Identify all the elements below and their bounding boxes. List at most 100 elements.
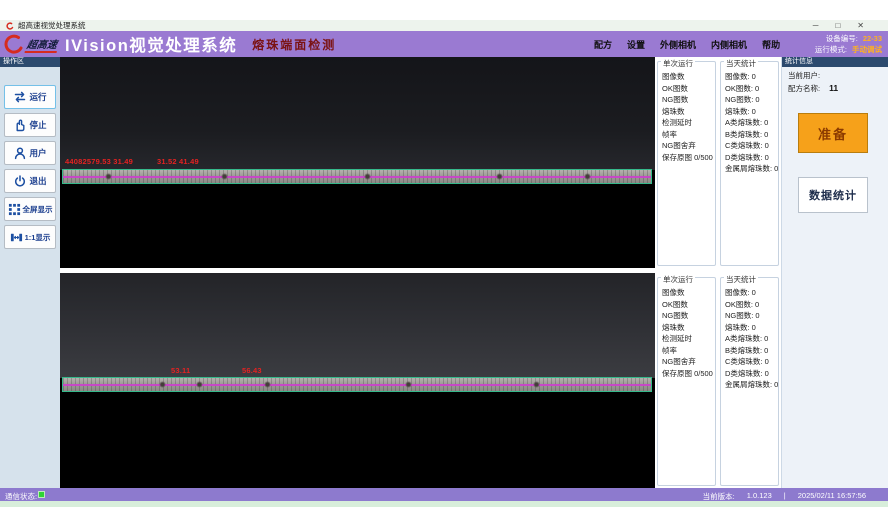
today-stats-title: 当天统计 [724, 274, 758, 285]
window-controls: ─ □ ✕ [813, 22, 882, 30]
fullscreen-button[interactable]: 全屏显示 [4, 197, 56, 221]
weld-bead-band-1 [62, 169, 652, 184]
device-number-label: 设备编号: [826, 33, 858, 44]
close-icon[interactable]: ✕ [857, 22, 864, 30]
single-run-title: 单次运行 [661, 274, 695, 285]
stat-row: B类熔珠数: 0 [725, 129, 778, 141]
user-icon [13, 146, 27, 160]
stat-row: 金属屑熔珠数: 0 [725, 163, 778, 175]
stop-button-label: 停止 [29, 119, 46, 131]
stat-row: 熔珠数 [662, 322, 715, 334]
os-titlebar: 超高速视觉处理系统 ─ □ ✕ [0, 20, 888, 31]
user-button[interactable]: 用户 [4, 141, 56, 165]
measure-line-magenta [63, 384, 651, 386]
camera1-background [60, 57, 655, 170]
fullscreen-grid-icon [8, 203, 21, 216]
stat-row: A类熔珠数: 0 [725, 333, 778, 345]
recipe-name-value: 11 [829, 83, 838, 93]
stat-row: C类熔珠数: 0 [725, 140, 778, 152]
stat-row: 检测延时 [662, 333, 715, 345]
camera-view-1: 44082579.53 31.49 31.52 41.49 [60, 57, 655, 268]
statistics-info-title: 统计信息 [782, 57, 888, 67]
stat-row: OK图数: 0 [725, 83, 778, 95]
bead-blob [105, 173, 112, 180]
single-run-title: 单次运行 [661, 58, 695, 69]
stats-panel-camera1: 单次运行 图像数OK图数NG图数熔珠数检测延时帧率NG图舍弃保存原图 0/500… [657, 59, 779, 266]
menu-item[interactable]: 配方 [594, 38, 612, 51]
menu-item[interactable]: 帮助 [762, 38, 780, 51]
stat-row: 图像数: 0 [725, 287, 778, 299]
menu-item[interactable]: 设置 [627, 38, 645, 51]
user-button-label: 用户 [29, 147, 46, 159]
camera-view-2: 53.11 56.43 [60, 273, 655, 488]
measure-line-magenta [63, 176, 651, 178]
menu-item[interactable]: 外侧相机 [660, 38, 696, 51]
stat-row: 图像数 [662, 287, 715, 299]
single-run-groupbox: 单次运行 图像数OK图数NG图数熔珠数检测延时帧率NG图舍弃保存原图 0/500 [657, 277, 716, 486]
bead-blob [264, 381, 271, 388]
measurement-annotation: 44082579.53 31.49 [65, 157, 133, 166]
brand-swirl-icon [3, 34, 25, 54]
device-number-value: 22-33 [863, 33, 882, 44]
weld-bead-band-2 [62, 377, 652, 392]
one-to-one-button[interactable]: 1:1显示 [4, 225, 56, 249]
stat-row: D类熔珠数: 0 [725, 368, 778, 380]
maximize-icon[interactable]: □ [835, 22, 840, 30]
run-cycle-icon [13, 90, 27, 104]
stat-row: NG图舍弃 [662, 356, 715, 368]
window-title: 超高速视觉处理系统 [18, 20, 86, 31]
stat-row: C类熔珠数: 0 [725, 356, 778, 368]
bead-blob [533, 381, 540, 388]
app-header: 超高速 IVision视觉处理系统 熔珠端面检测 配方设置外侧相机内侧相机帮助 … [0, 31, 888, 57]
stat-row: 帧率 [662, 345, 715, 357]
stat-row: OK图数: 0 [725, 299, 778, 311]
stat-row: 熔珠数 [662, 106, 715, 118]
sidebar-title: 操作区 [0, 57, 60, 67]
stat-row: NG图数: 0 [725, 310, 778, 322]
today-stats-rows: 图像数: 0OK图数: 0NG图数: 0熔珠数: 0A类熔珠数: 0B类熔珠数:… [721, 62, 778, 175]
stat-row: D类熔珠数: 0 [725, 152, 778, 164]
page-title: IVision视觉处理系统 [65, 32, 237, 56]
stat-row: 金属屑熔珠数: 0 [725, 379, 778, 391]
status-bar: 通信状态: 当前版本: 1.0.123 | 2025/02/11 16:57:5… [0, 488, 888, 501]
bead-blob [584, 173, 591, 180]
stat-row: 检测延时 [662, 117, 715, 129]
measurement-annotation: 31.52 41.49 [157, 157, 199, 166]
page-subtitle: 熔珠端面检测 [252, 36, 336, 53]
bead-blob [405, 381, 412, 388]
single-run-rows: 图像数OK图数NG图数熔珠数检测延时帧率NG图舍弃保存原图 0/500 [658, 278, 715, 379]
statistics-info-panel: 统计信息 当前用户: 配方名称:11 准备 数据统计 [781, 57, 888, 488]
minimize-icon[interactable]: ─ [813, 22, 819, 30]
device-info: 设备编号: 22-33 运行模式: 手动调试 [815, 33, 882, 55]
comm-status-indicator [38, 491, 45, 498]
today-stats-groupbox: 当天统计 图像数: 0OK图数: 0NG图数: 0熔珠数: 0A类熔珠数: 0B… [720, 277, 779, 486]
recipe-name-label: 配方名称: [788, 84, 820, 93]
stop-button[interactable]: 停止 [4, 113, 56, 137]
stat-row: NG图数: 0 [725, 94, 778, 106]
today-stats-title: 当天统计 [724, 58, 758, 69]
single-run-rows: 图像数OK图数NG图数熔珠数检测延时帧率NG图舍弃保存原图 0/500 [658, 62, 715, 163]
stat-row: 保存原图 0/500 [662, 152, 715, 164]
stop-hand-icon [13, 118, 27, 132]
stat-row: 图像数 [662, 71, 715, 83]
one-to-one-button-label: 1:1显示 [25, 232, 51, 243]
menu-item[interactable]: 内侧相机 [711, 38, 747, 51]
stat-row: A类熔珠数: 0 [725, 117, 778, 129]
stat-row: 熔珠数: 0 [725, 322, 778, 334]
measurement-annotation: 56.43 [242, 366, 262, 375]
run-button-label: 运行 [29, 91, 46, 103]
exit-button-label: 退出 [29, 175, 46, 187]
today-stats-groupbox: 当天统计 图像数: 0OK图数: 0NG图数: 0熔珠数: 0A类熔珠数: 0B… [720, 61, 779, 266]
run-button[interactable]: 运行 [4, 85, 56, 109]
single-run-groupbox: 单次运行 图像数OK图数NG图数熔珠数检测延时帧率NG图舍弃保存原图 0/500 [657, 61, 716, 266]
exit-button[interactable]: 退出 [4, 169, 56, 193]
brand-logo-text: 超高速 [25, 36, 60, 53]
prepare-button[interactable]: 准备 [798, 113, 868, 153]
stat-row: OK图数 [662, 299, 715, 311]
stat-row: 帧率 [662, 129, 715, 141]
bead-blob [159, 381, 166, 388]
data-statistics-button[interactable]: 数据统计 [798, 177, 868, 213]
recipe-name-row: 配方名称: 11 [788, 83, 838, 94]
measurement-annotation: 53.11 [171, 366, 190, 375]
stat-row: 熔珠数: 0 [725, 106, 778, 118]
